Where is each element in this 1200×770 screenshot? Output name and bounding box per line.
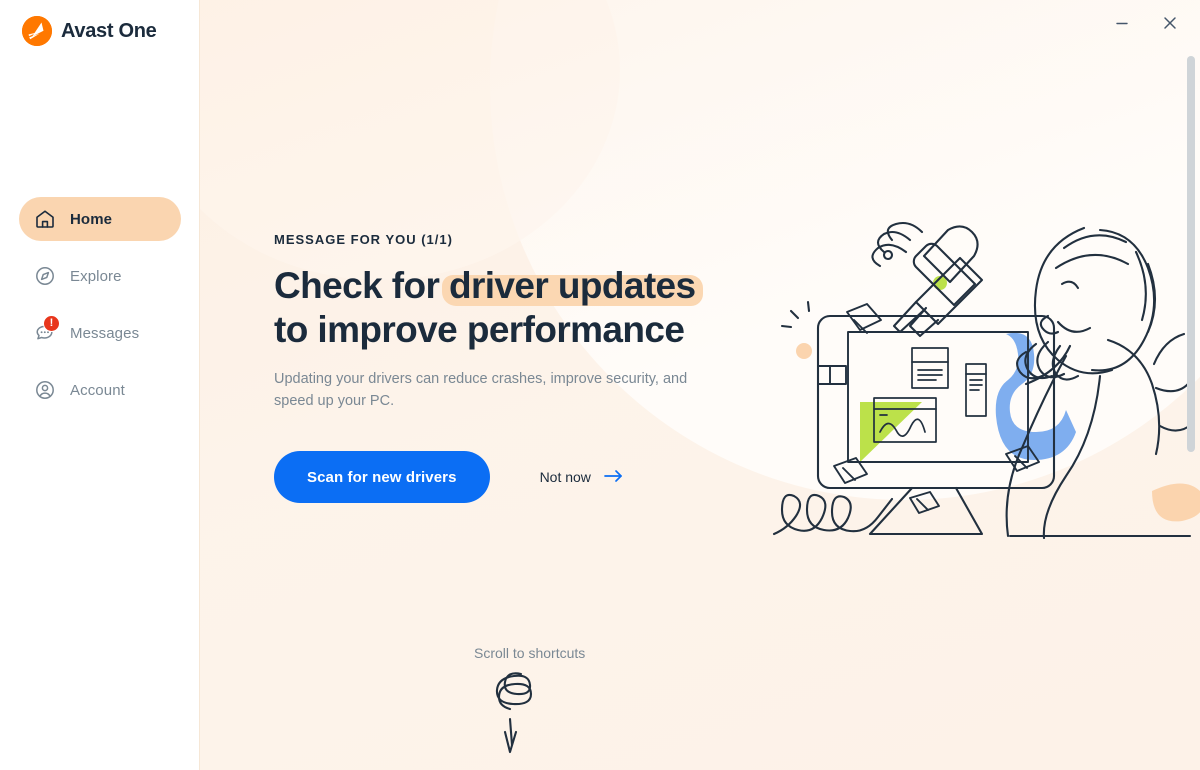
- not-now-button[interactable]: Not now: [540, 469, 624, 486]
- headline-highlight: driver updates: [441, 265, 703, 307]
- sidebar-item-account[interactable]: Account: [19, 368, 181, 412]
- sidebar-item-explore[interactable]: Explore: [19, 254, 181, 298]
- sidebar-item-label: Account: [70, 381, 125, 399]
- message-card: MESSAGE FOR YOU (1/1) Check for driver u…: [200, 0, 1200, 504]
- not-now-label: Not now: [539, 469, 591, 486]
- headline-line-2: to improve performance: [274, 308, 685, 350]
- eyebrow-label: MESSAGE FOR YOU (1/1): [274, 232, 453, 247]
- sidebar-item-label: Messages: [70, 324, 140, 342]
- sidebar-nav: Home Explore ! Messages Account: [0, 197, 199, 412]
- brand: Avast One: [0, 0, 199, 46]
- headline-prefix: Check for: [274, 265, 449, 306]
- avast-logo-icon: [22, 16, 52, 46]
- cta-row: Scan for new drivers Not now: [274, 451, 1200, 504]
- status-badge: !: [43, 315, 60, 332]
- page-title: Check for driver updates to improve perf…: [274, 264, 744, 351]
- sidebar-item-messages[interactable]: ! Messages: [19, 311, 181, 355]
- compass-icon: [34, 265, 56, 287]
- avast-one-window: Avast One Home Explore ! Messages Accoun…: [0, 0, 1200, 770]
- scrollbar-thumb[interactable]: [1187, 56, 1195, 452]
- scroll-hint-label: Scroll to shortcuts: [474, 645, 586, 661]
- window-controls: [1100, 0, 1200, 46]
- message-bubble-icon: !: [34, 315, 60, 344]
- main-content: MESSAGE FOR YOU (1/1) Check for driver u…: [200, 0, 1200, 770]
- curly-down-arrow-icon: [488, 670, 585, 761]
- headline-line-1: Check for driver updates: [274, 264, 744, 308]
- sidebar-item-label: Explore: [70, 267, 122, 285]
- scan-for-new-drivers-button[interactable]: Scan for new drivers: [274, 451, 490, 504]
- scroll-hint[interactable]: Scroll to shortcuts: [474, 645, 585, 761]
- close-button[interactable]: [1148, 3, 1192, 43]
- brand-name: Avast One: [61, 19, 157, 42]
- arrow-right-icon: [604, 469, 624, 486]
- minimize-button[interactable]: [1100, 3, 1144, 43]
- scrollbar[interactable]: [1187, 46, 1195, 746]
- sidebar-item-home[interactable]: Home: [19, 197, 181, 241]
- message-body: Updating your drivers can reduce crashes…: [274, 371, 688, 410]
- sidebar: Avast One Home Explore ! Messages Accoun…: [0, 0, 200, 770]
- sidebar-item-label: Home: [70, 210, 113, 228]
- home-icon: [34, 208, 56, 230]
- account-circle-icon: [34, 379, 56, 401]
